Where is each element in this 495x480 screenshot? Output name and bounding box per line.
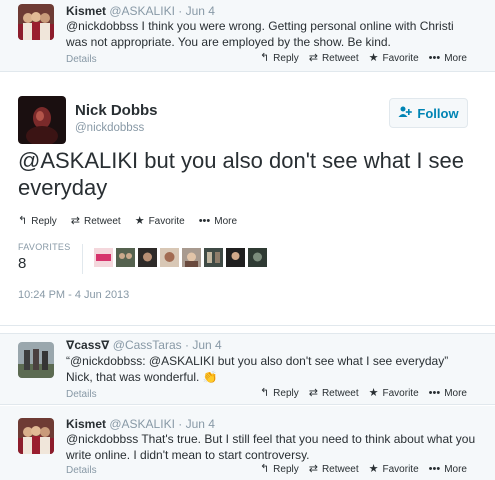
- retweet-label: Retweet: [321, 388, 359, 399]
- tweet-header: Kismet @ASKALIKI · Jun 4: [66, 417, 215, 431]
- more-button[interactable]: ••• More: [428, 52, 467, 65]
- retweet-button[interactable]: ⇄ Retweet: [308, 52, 359, 65]
- retweet-icon: ⇄: [308, 52, 318, 64]
- favorites-stat[interactable]: FAVORITES 8: [18, 242, 71, 272]
- main-tweet: Nick Dobbs @nickdobbss Follow @ASKALIKI …: [0, 76, 495, 326]
- tweet-timestamp[interactable]: 10:24 PM - 4 Jun 2013: [18, 289, 129, 301]
- reply-label: Reply: [273, 388, 299, 399]
- more-label: More: [444, 464, 467, 475]
- reply-button[interactable]: ↰ Reply: [259, 52, 299, 65]
- tweet-actions: ↰ Reply ⇄ Retweet ★ Favorite ••• More: [259, 387, 467, 400]
- reply-label: Reply: [31, 216, 57, 227]
- favorite-label: Favorite: [382, 464, 419, 475]
- details-link[interactable]: Details: [66, 54, 97, 65]
- tweet-time[interactable]: · Jun 4: [178, 4, 215, 18]
- tweet-text: @nickdobbss I think you were wrong. Gett…: [66, 19, 454, 49]
- tweet-actions: ↰ Reply ⇄ Retweet ★ Favorite ••• More: [259, 463, 467, 476]
- reply-button[interactable]: ↰ Reply: [18, 215, 57, 228]
- tweet-header: Kismet @ASKALIKI · Jun 4: [66, 4, 215, 18]
- avatar[interactable]: [182, 248, 201, 267]
- retweet-icon: ⇄: [308, 387, 318, 399]
- star-icon: ★: [134, 215, 145, 227]
- tweet-actions: ↰ Reply ⇄ Retweet ★ Favorite ••• More: [18, 215, 238, 228]
- retweet-button[interactable]: ⇄ Retweet: [308, 463, 359, 476]
- reply-arrow-icon: ↰: [259, 387, 270, 399]
- reply-arrow-icon: ↰: [259, 52, 270, 64]
- username[interactable]: @ASKALIKI: [109, 4, 175, 18]
- reply-button[interactable]: ↰ Reply: [259, 387, 299, 400]
- avatar[interactable]: [94, 248, 113, 267]
- avatar[interactable]: [226, 248, 245, 267]
- more-label: More: [214, 216, 238, 227]
- tweet-text: @ASKALIKI but you also don't see what I …: [18, 148, 465, 200]
- more-button[interactable]: ••• More: [198, 215, 238, 228]
- divider: [82, 244, 83, 274]
- tweet-text: @nickdobbss That's true. But I still fee…: [66, 432, 476, 462]
- avatar[interactable]: [18, 418, 54, 454]
- favorite-label: Favorite: [382, 388, 419, 399]
- favorites-label: FAVORITES: [18, 242, 71, 252]
- avatar[interactable]: [18, 342, 54, 378]
- avatar[interactable]: [18, 4, 54, 40]
- reply-label: Reply: [273, 464, 299, 475]
- username[interactable]: @CassTaras: [113, 338, 182, 352]
- favorites-count: 8: [18, 255, 27, 272]
- follow-label: Follow: [417, 105, 459, 121]
- reply-button[interactable]: ↰ Reply: [259, 463, 299, 476]
- favorite-label: Favorite: [148, 216, 185, 227]
- display-name[interactable]: Nick Dobbs: [75, 102, 158, 119]
- reply-label: Reply: [273, 53, 299, 64]
- avatar[interactable]: [116, 248, 135, 267]
- details-link[interactable]: Details: [66, 465, 97, 476]
- favorite-label: Favorite: [382, 53, 419, 64]
- favorite-button[interactable]: ★ Favorite: [368, 387, 419, 400]
- favorite-button[interactable]: ★ Favorite: [134, 215, 185, 228]
- tweet-time[interactable]: · Jun 4: [185, 338, 222, 352]
- favorite-button[interactable]: ★ Favorite: [368, 52, 419, 65]
- details-link[interactable]: Details: [66, 389, 97, 400]
- more-button[interactable]: ••• More: [428, 463, 467, 476]
- display-name[interactable]: Kismet: [66, 417, 106, 431]
- retweet-label: Retweet: [321, 53, 359, 64]
- retweet-label: Retweet: [84, 216, 121, 227]
- ellipsis-icon: •••: [428, 463, 441, 475]
- follow-button[interactable]: Follow: [389, 98, 468, 128]
- reply-tweet-cass: ∇cass∇ @CassTaras · Jun 4 “@nickdobbss: …: [0, 333, 495, 405]
- display-name[interactable]: Kismet: [66, 4, 106, 18]
- retweet-button[interactable]: ⇄ Retweet: [70, 215, 121, 228]
- reply-arrow-icon: ↰: [18, 215, 28, 227]
- avatar[interactable]: [204, 248, 223, 267]
- avatar[interactable]: [138, 248, 157, 267]
- reply-tweet-kismet: Kismet @ASKALIKI · Jun 4 @nickdobbss Tha…: [0, 406, 495, 480]
- add-user-icon: [398, 106, 413, 121]
- avatar[interactable]: [160, 248, 179, 267]
- more-label: More: [444, 388, 467, 399]
- retweet-label: Retweet: [321, 464, 359, 475]
- favorite-button[interactable]: ★ Favorite: [368, 463, 419, 476]
- username[interactable]: @ASKALIKI: [109, 417, 175, 431]
- retweet-icon: ⇄: [308, 463, 318, 475]
- more-button[interactable]: ••• More: [428, 387, 467, 400]
- tweet-text: “@nickdobbss: @ASKALIKI but you also don…: [66, 354, 449, 384]
- avatar[interactable]: [248, 248, 267, 267]
- tweet-time[interactable]: · Jun 4: [178, 417, 215, 431]
- retweet-icon: ⇄: [70, 215, 81, 227]
- star-icon: ★: [368, 387, 379, 399]
- ellipsis-icon: •••: [428, 52, 441, 64]
- star-icon: ★: [368, 463, 379, 475]
- tweet-header: ∇cass∇ @CassTaras · Jun 4: [66, 338, 222, 352]
- reply-arrow-icon: ↰: [259, 463, 270, 475]
- avatar[interactable]: [18, 96, 66, 144]
- tweet-kismet-1: Kismet @ASKALIKI · Jun 4 @nickdobbss I t…: [0, 0, 495, 72]
- more-label: More: [444, 53, 467, 64]
- star-icon: ★: [368, 52, 379, 64]
- favoriter-avatars: [94, 248, 267, 267]
- display-name[interactable]: ∇cass∇: [66, 338, 109, 352]
- retweet-button[interactable]: ⇄ Retweet: [308, 387, 359, 400]
- ellipsis-icon: •••: [428, 387, 441, 399]
- tweet-actions: ↰ Reply ⇄ Retweet ★ Favorite ••• More: [259, 52, 467, 65]
- username[interactable]: @nickdobbss: [75, 122, 144, 134]
- ellipsis-icon: •••: [198, 215, 211, 227]
